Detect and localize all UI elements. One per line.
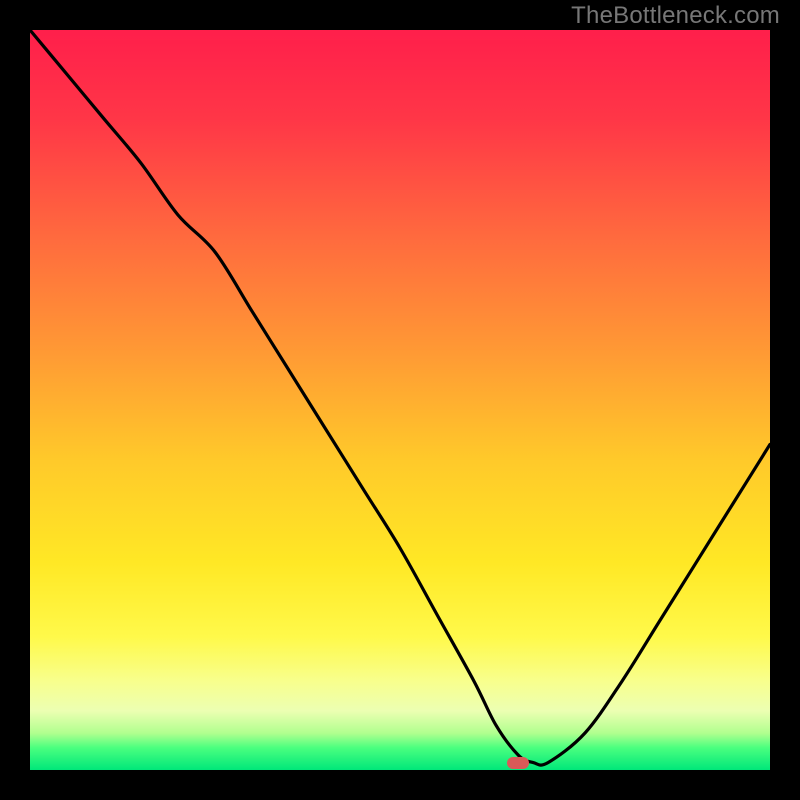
curve-svg bbox=[30, 30, 770, 770]
curve-path bbox=[30, 30, 770, 765]
watermark-text: TheBottleneck.com bbox=[571, 2, 780, 30]
plot-area bbox=[30, 30, 770, 770]
optimal-marker bbox=[507, 757, 529, 769]
chart-frame: TheBottleneck.com bbox=[0, 0, 800, 800]
